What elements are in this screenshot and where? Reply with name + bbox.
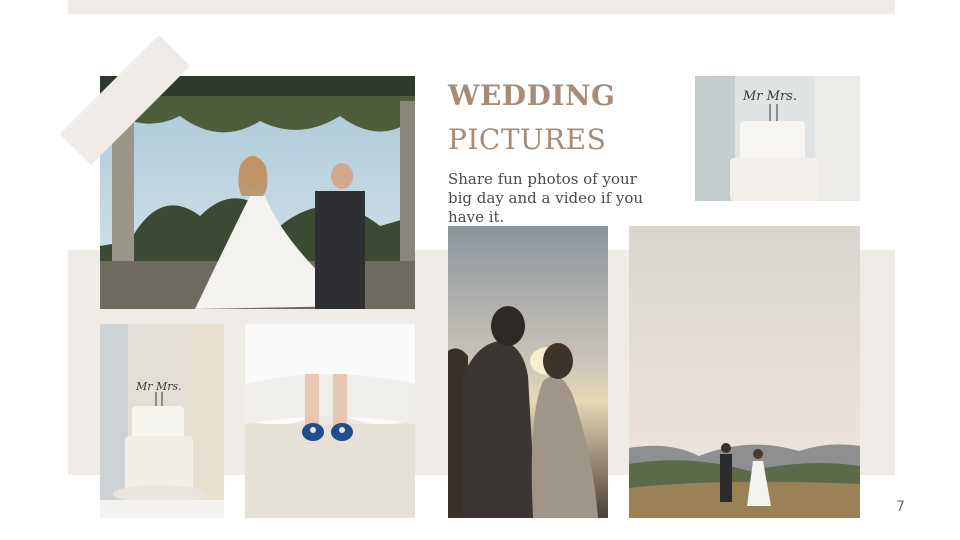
field-couple-photo (629, 226, 860, 518)
cake-topper-text-bottom: Mr Mrs. (135, 380, 182, 393)
title-line-1: WEDDING (448, 79, 616, 112)
wedding-cake-photo-top: Mr Mrs. (695, 76, 860, 201)
title-line-2: PICTURES (448, 123, 607, 156)
page-number: 7 (896, 499, 905, 515)
sunset-couple-photo (448, 226, 608, 518)
cake-topper-text: Mr Mrs. (742, 89, 797, 104)
wedding-cake-photo-bottom: Mr Mrs. (100, 324, 224, 518)
slide-title: WEDDING PICTURES (448, 74, 615, 162)
slide-description: Share fun photos of your big day and a v… (448, 170, 644, 226)
couple-arch-photo (100, 76, 415, 309)
bride-shoes-photo (245, 324, 415, 518)
top-decor-band (68, 0, 895, 14)
